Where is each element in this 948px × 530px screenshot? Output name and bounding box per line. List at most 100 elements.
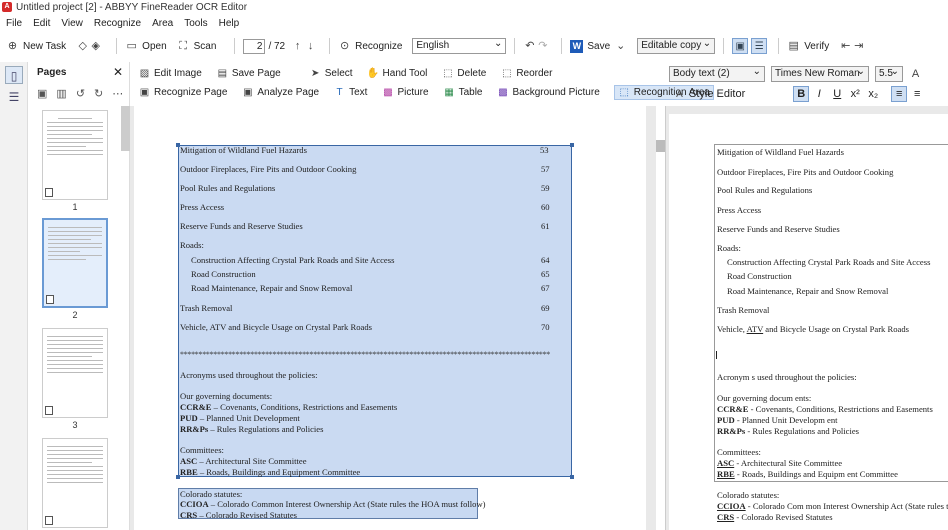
recognized-committee-line[interactable]: RBE - Roads, Buildings and Equipm ent Co…	[717, 469, 898, 479]
list-icon[interactable]: ☰	[5, 88, 23, 106]
table-area-tool[interactable]: ▦ Table	[443, 86, 482, 99]
recognized-statutes-heading[interactable]: Colorado statutes:	[717, 490, 779, 500]
delete-tool[interactable]: ⬚ Delete	[441, 67, 486, 80]
scan-button[interactable]: ⛶ Scan	[177, 39, 216, 53]
recognized-governing-heading[interactable]: Our governing docum ents:	[717, 393, 811, 403]
pages-scrollbar[interactable]	[121, 106, 130, 151]
menu-area[interactable]: Area	[152, 18, 173, 29]
save-mode-select[interactable]: Editable copy	[637, 37, 716, 54]
edit-image-button[interactable]: ▨ Edit Image	[138, 67, 202, 80]
recognized-line[interactable]: Trash Removal	[717, 305, 769, 315]
page-thumbnail-3[interactable]	[42, 328, 108, 418]
recognized-governing-line[interactable]: CCR&E - Covenants, Conditions, Restricti…	[717, 404, 933, 414]
toc-page: 70	[541, 322, 550, 332]
recognized-line[interactable]: Pool Rules and Regulations	[717, 185, 812, 195]
recognized-line[interactable]: Vehicle, ATV and Bicycle Usage on Crysta…	[717, 324, 909, 334]
recognized-statute-line[interactable]: CRS - Colorado Revised Statutes	[717, 512, 833, 522]
language-select[interactable]: English	[412, 37, 507, 54]
layers-icon[interactable]: ◇	[76, 40, 89, 53]
statutes-heading: Colorado statutes:	[180, 489, 243, 499]
increase-font-icon[interactable]: A	[909, 68, 922, 81]
recognize-page-button[interactable]: ▣ Recognize Page	[138, 86, 228, 99]
pages-panel-icon[interactable]: ▯	[5, 66, 23, 84]
background-picture-tool[interactable]: ▩ Background Picture	[496, 86, 600, 99]
page-thumbnail-1[interactable]	[42, 110, 108, 200]
save-button[interactable]: W Save ⌄	[570, 39, 627, 53]
underline-icon[interactable]: U	[829, 86, 845, 102]
more-icon[interactable]: ⋯	[112, 87, 123, 100]
cursor-icon: ➤	[311, 68, 320, 79]
menu-help[interactable]: Help	[219, 18, 240, 29]
page-thumbnail-2[interactable]	[42, 218, 108, 308]
reorder-tool[interactable]: ⬚ Reorder	[500, 67, 552, 80]
recognize-button[interactable]: ⊙ Recognize	[338, 40, 402, 53]
recognized-committees-heading[interactable]: Committees:	[717, 447, 761, 457]
align-left-icon[interactable]: ≡	[891, 86, 908, 102]
image-scrollbar[interactable]	[656, 140, 665, 152]
superscript-icon[interactable]: x²	[847, 86, 863, 102]
align-center-icon[interactable]: ≡	[909, 86, 925, 102]
layers-stack-icon[interactable]: ◈	[89, 40, 102, 53]
menu-edit[interactable]: Edit	[33, 18, 50, 29]
rotate-right-icon[interactable]: ↻	[94, 87, 103, 100]
picture-area-tool[interactable]: ▩ Picture	[381, 86, 428, 99]
new-task-button[interactable]: ⊕ New Task	[6, 40, 66, 53]
menu-recognize[interactable]: Recognize	[94, 18, 141, 29]
paragraph-style-select[interactable]: Body text (2)	[669, 65, 765, 82]
italic-icon[interactable]: I	[811, 86, 827, 102]
save-icon[interactable]: ▣	[37, 87, 47, 100]
toc-page: 64	[541, 255, 550, 265]
font-size-select[interactable]: 5.5	[875, 65, 903, 82]
arrow-down-icon[interactable]: ↓	[304, 40, 317, 53]
text-area-tool[interactable]: T Text	[333, 86, 368, 99]
menu-tools[interactable]: Tools	[184, 18, 207, 29]
delete-icon[interactable]: ▥	[56, 87, 66, 100]
text-area-icon: T	[336, 87, 343, 98]
undo-icon[interactable]: ↶	[523, 40, 536, 53]
toc-line: Reserve Funds and Reserve Studies	[180, 221, 303, 231]
select-tool[interactable]: ➤ Select	[309, 67, 353, 80]
scan-icon: ⛶	[179, 39, 187, 52]
image-view-icon[interactable]: ▣	[732, 38, 749, 54]
menu-view[interactable]: View	[61, 18, 83, 29]
save-page-button[interactable]: ▤ Save Page	[216, 67, 281, 80]
toc-line: Press Access	[180, 202, 225, 212]
hand-tool[interactable]: ✋ Hand Tool	[367, 67, 428, 80]
page-total: / 72	[268, 40, 286, 52]
governing-heading: Our governing documents:	[180, 391, 273, 401]
recognized-line[interactable]: Roads:	[717, 243, 741, 253]
recognized-committee-line[interactable]: ASC - Architectural Site Committee	[717, 458, 842, 468]
open-button[interactable]: ▭ Open	[125, 40, 166, 53]
subscript-icon[interactable]: x₂	[865, 86, 881, 102]
recognized-line[interactable]: Press Access	[717, 205, 761, 215]
divider	[561, 38, 563, 54]
text-view-icon[interactable]: ☰	[751, 38, 768, 54]
menu-file[interactable]: File	[6, 18, 22, 29]
close-icon[interactable]: ✕	[113, 65, 123, 79]
recognized-line[interactable]: Outdoor Fireplaces, Fire Pits and Outdoo…	[717, 167, 893, 177]
bold-icon[interactable]: B	[793, 86, 810, 102]
next-error-icon[interactable]: ⇥	[852, 40, 865, 53]
recognized-line[interactable]: Construction Affecting Crystal Park Road…	[727, 257, 930, 267]
page-thumbnail-4[interactable]	[42, 438, 108, 528]
recognized-statute-line[interactable]: CCIOA - Colorado Com mon Interest Owners…	[717, 501, 948, 511]
toc-line: Vehicle, ATV and Bicycle Usage on Crysta…	[180, 322, 372, 332]
font-family-select[interactable]: Times New Roman	[771, 65, 869, 82]
window-title: Untitled project [2] - ABBYY FineReader …	[16, 1, 248, 13]
recognized-acronyms[interactable]: Acronym s used throughout the policies:	[717, 372, 857, 382]
toc-page: 59	[541, 183, 550, 193]
prev-error-icon[interactable]: ⇤	[839, 40, 852, 53]
recognized-line[interactable]: Road Maintenance, Repair and Snow Remova…	[727, 286, 888, 296]
arrow-up-icon[interactable]: ↑	[291, 40, 304, 53]
verify-button[interactable]: ▤ Verify	[787, 40, 829, 53]
style-editor-button[interactable]: A Style Editor	[673, 88, 745, 101]
analyze-page-button[interactable]: ▣ Analyze Page	[241, 86, 319, 99]
redo-icon[interactable]: ↷	[536, 40, 549, 53]
page-number-input[interactable]: 2	[243, 38, 266, 54]
rotate-left-icon[interactable]: ↺	[76, 87, 85, 100]
recognized-line[interactable]: Mitigation of Wildland Fuel Hazards	[717, 147, 844, 157]
recognized-governing-line[interactable]: RR&Ps - Rules Regulations and Policies	[717, 426, 859, 436]
recognized-line[interactable]: Reserve Funds and Reserve Studies	[717, 224, 840, 234]
recognized-line[interactable]: Road Construction	[727, 271, 792, 281]
recognized-governing-line[interactable]: PUD - Planned Unit Developm ent	[717, 415, 838, 425]
